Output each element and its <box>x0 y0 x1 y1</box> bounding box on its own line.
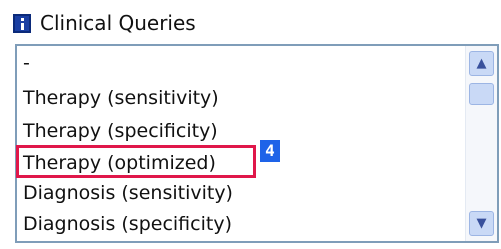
info-icon <box>13 14 31 33</box>
clinical-queries-panel: Clinical Queries - Therapy (sensitivity)… <box>0 0 501 249</box>
list-item-diagnosis-sensitivity[interactable]: Diagnosis (sensitivity) <box>23 180 233 206</box>
scrollbar-thumb[interactable] <box>469 83 494 105</box>
vertical-scrollbar[interactable]: ▲ ▼ <box>465 46 497 241</box>
chevron-up-icon[interactable]: ▲ <box>469 51 494 76</box>
chevron-down-icon[interactable]: ▼ <box>469 211 494 236</box>
panel-title: Clinical Queries <box>40 11 196 35</box>
clinical-queries-listbox[interactable]: - Therapy (sensitivity) Therapy (specifi… <box>15 44 499 243</box>
list-items: - Therapy (sensitivity) Therapy (specifi… <box>17 46 465 241</box>
annotation-badge: 4 <box>260 140 280 162</box>
highlight-box <box>16 145 256 178</box>
list-item-blank[interactable]: - <box>23 50 30 76</box>
title-bar: Clinical Queries <box>0 0 501 42</box>
list-item-therapy-sensitivity[interactable]: Therapy (sensitivity) <box>23 85 219 111</box>
list-item-therapy-specificity[interactable]: Therapy (specificity) <box>23 118 218 144</box>
list-item-diagnosis-specificity[interactable]: Diagnosis (specificity) <box>23 211 232 237</box>
